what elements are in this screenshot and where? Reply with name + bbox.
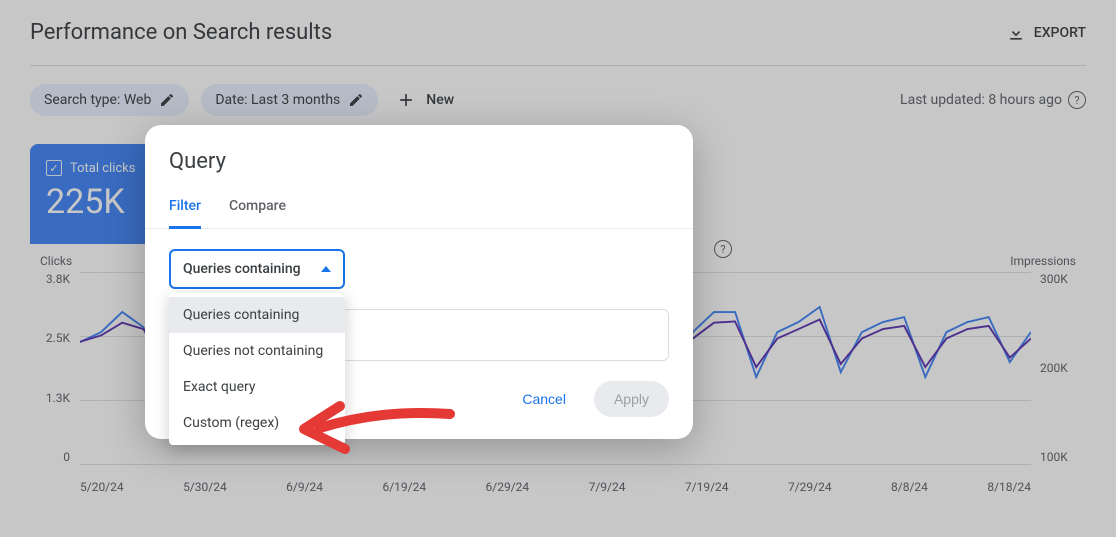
- filter-type-select[interactable]: Queries containing: [169, 249, 345, 289]
- dropdown-item-custom-regex[interactable]: Custom (regex): [169, 405, 345, 441]
- select-value: Queries containing: [183, 261, 301, 277]
- tab-filter[interactable]: Filter: [169, 198, 201, 229]
- filter-type-dropdown: Queries containing Queries not containin…: [169, 293, 345, 445]
- dialog-title: Query: [145, 149, 693, 174]
- dropdown-item-containing[interactable]: Queries containing: [169, 297, 345, 333]
- dropdown-item-not-containing[interactable]: Queries not containing: [169, 333, 345, 369]
- cancel-button[interactable]: Cancel: [502, 381, 586, 417]
- query-dialog: Query Filter Compare Queries containing …: [145, 125, 693, 439]
- tab-compare[interactable]: Compare: [229, 198, 286, 228]
- apply-button[interactable]: Apply: [594, 381, 669, 417]
- chevron-up-icon: [321, 266, 331, 272]
- dropdown-item-exact[interactable]: Exact query: [169, 369, 345, 405]
